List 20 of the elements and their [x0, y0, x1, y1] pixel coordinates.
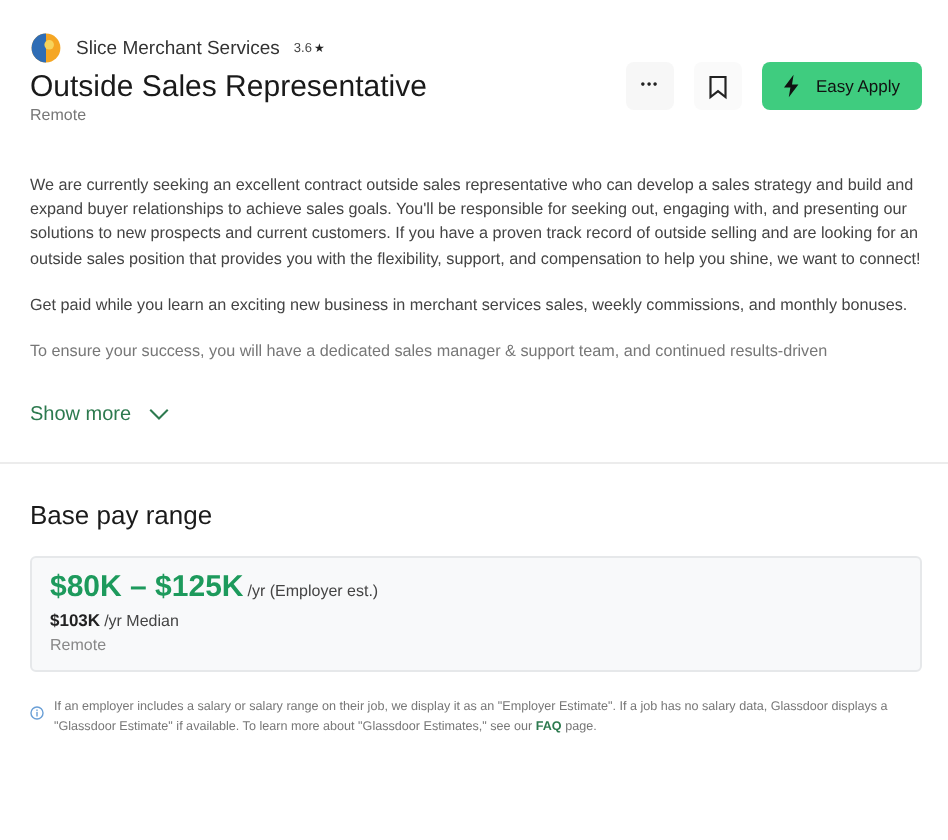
- show-more-link[interactable]: Show more: [30, 404, 170, 427]
- bookmark-icon: [708, 73, 728, 99]
- lightning-icon: [783, 74, 800, 98]
- save-job-button[interactable]: [694, 62, 742, 110]
- info-icon: [30, 706, 44, 721]
- description-paragraph: To ensure your success, you will have a dedicated sales manager & support team, and continued results-driven: [30, 340, 830, 365]
- pay-range-unit: /yr (Employer est.): [247, 582, 379, 601]
- description-paragraph: Get paid while you learn an exciting new business in merchant services sales, weekly commissions, and monthly bonuses.: [30, 293, 910, 318]
- chevron-down-icon: [147, 408, 170, 423]
- section-heading: Base pay range: [30, 500, 215, 531]
- median-pay-unit: /yr Median: [104, 612, 179, 631]
- pay-location: Remote: [50, 636, 109, 655]
- easy-apply-button[interactable]: Easy Apply: [762, 62, 922, 110]
- job-location: Remote: [30, 106, 89, 124]
- job-title: Outside Sales Representative: [30, 70, 427, 104]
- description-paragraph: We are currently seeking an excellent contract outside sales representative who can develop a sales strategy and build and expand buyer relationships to achieve sales goals. You'll be responsible for seeking out, engaging with, and presenting our solutions to new prospects and current customers. If you have a proven track record of outside selling and are looking for an outside sales position that provides you with the flexibility, support, and compensation to help you shine, we want to connect!: [30, 174, 922, 272]
- pay-range: $80K – $125K: [50, 570, 244, 605]
- median-pay: $103K: [50, 610, 101, 631]
- company-logo-icon: [30, 32, 62, 64]
- company-name[interactable]: Slice Merchant Services: [76, 37, 280, 59]
